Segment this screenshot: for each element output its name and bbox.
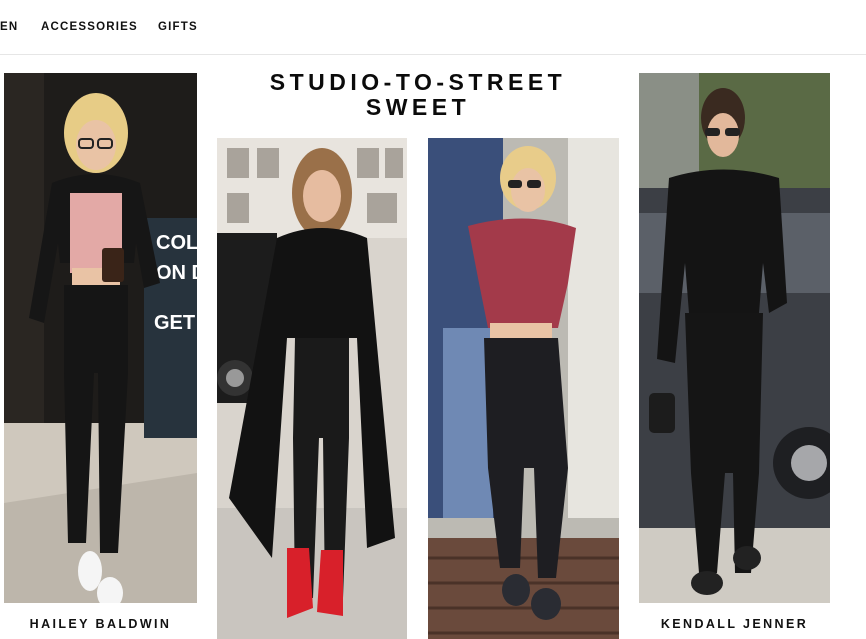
photo-look-2[interactable]: [217, 138, 407, 639]
headline-line-2: SWEET: [365, 94, 471, 120]
photo-look-3-image: [428, 138, 619, 639]
photo-kendall-jenner-image: [639, 73, 830, 603]
caption-hailey-baldwin: HAILEY BALDWIN: [29, 617, 172, 631]
photo-look-3[interactable]: [428, 138, 619, 639]
photo-look-2-image: [217, 138, 407, 639]
article-headline: STUDIO-TO-STREET SWEET: [217, 70, 619, 120]
sign-text-line-3: GET I: [154, 312, 197, 334]
sign-text-line-1: COLD: [156, 232, 197, 254]
headline-line-1: STUDIO-TO-STREET: [269, 69, 567, 95]
nav-item-gifts[interactable]: GIFTS: [158, 21, 198, 33]
caption-kendall-jenner: KENDALL JENNER: [660, 617, 809, 631]
top-nav: EN ACCESSORIES GIFTS: [0, 0, 866, 55]
photo-hailey-baldwin[interactable]: COLD ON D GET I: [4, 73, 197, 603]
photo-hailey-baldwin-image: COLD ON D GET I: [4, 73, 197, 603]
nav-item-accessories[interactable]: ACCESSORIES: [41, 21, 138, 33]
nav-item-women[interactable]: EN: [0, 21, 18, 33]
photo-kendall-jenner[interactable]: [639, 73, 830, 603]
sign-text-line-2: ON D: [156, 262, 197, 284]
